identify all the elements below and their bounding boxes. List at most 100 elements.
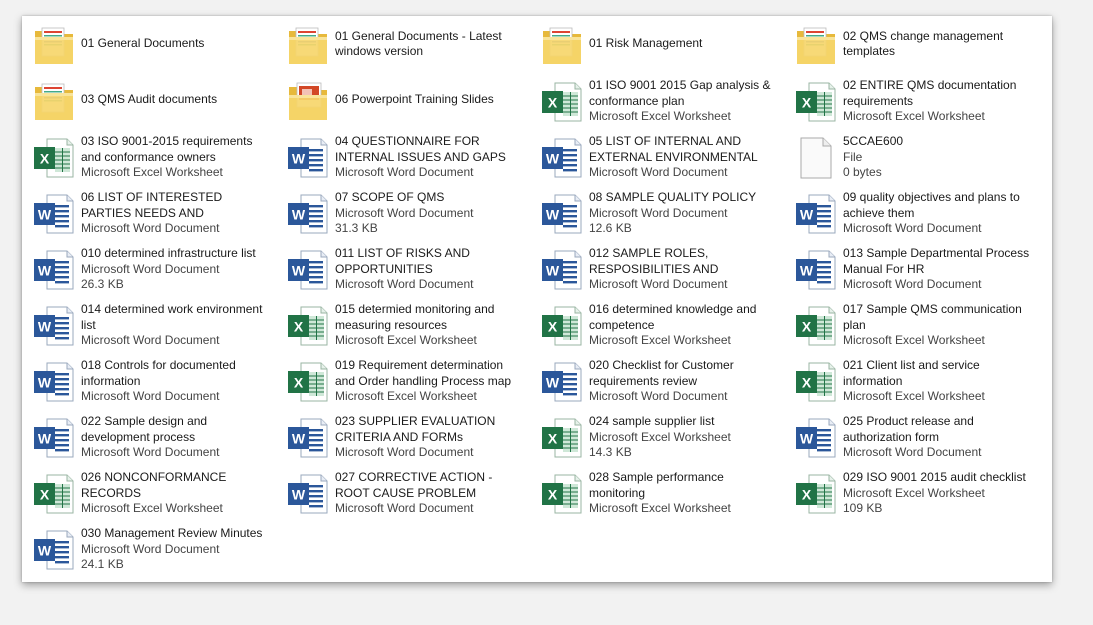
item-text: 01 Risk Management	[589, 21, 777, 67]
item-type: Microsoft Excel Worksheet	[335, 333, 477, 347]
item-name: 016 determined knowledge and competence	[589, 302, 757, 332]
item-size: 109 KB	[843, 501, 883, 515]
svg-text:W: W	[292, 263, 306, 279]
item-name: 018 Controls for documented information	[81, 358, 236, 388]
item-name: 026 NONCONFORMANCE RECORDS	[81, 470, 227, 500]
item-text: 027 CORRECTIVE ACTION - ROOT CAUSE PROBL…	[335, 470, 523, 517]
item-size: 14.3 KB	[589, 445, 632, 459]
file-item[interactable]: X 029 ISO 9001 2015 audit checklist Micro…	[784, 469, 1030, 521]
folder-item[interactable]: 01 Risk Management	[530, 21, 776, 73]
item-name: 015 determied monitoring and measuring r…	[335, 302, 495, 332]
excel-worksheet-icon: X	[285, 359, 331, 405]
item-type: Microsoft Excel Worksheet	[81, 165, 223, 179]
excel-worksheet-icon: X	[285, 303, 331, 349]
file-item[interactable]: X 021 Client list and service informatio…	[784, 357, 1030, 409]
file-item[interactable]: W 011 LIST OF RISKS AND OPPORTUNITIES Mic…	[276, 245, 522, 297]
item-text: 02 QMS change management templates	[843, 21, 1031, 67]
item-name: 09 quality objectives and plans to achie…	[843, 190, 1020, 220]
item-type: Microsoft Excel Worksheet	[843, 485, 985, 500]
item-name: 01 General Documents	[81, 36, 205, 51]
file-item[interactable]: X 016 determined knowledge and competenc…	[530, 301, 776, 353]
file-item[interactable]: X 026 NONCONFORMANCE RECORDS Microsoft Ex…	[22, 469, 268, 521]
item-text: 09 quality objectives and plans to achie…	[843, 190, 1031, 237]
file-item[interactable]: W 04 QUESTIONNAIRE FOR INTERNAL ISSUES A…	[276, 133, 522, 185]
folder-item[interactable]: 02 QMS change management templates	[784, 21, 1030, 73]
item-type: Microsoft Word Document	[589, 277, 728, 291]
file-item[interactable]: W 014 determined work environment list Mi…	[22, 301, 268, 353]
item-name: 012 SAMPLE ROLES, RESPOSIBILITIES AND AU…	[589, 246, 719, 276]
svg-text:X: X	[294, 375, 304, 391]
file-item[interactable]: W 013 Sample Departmental Process Manual…	[784, 245, 1030, 297]
svg-text:W: W	[546, 151, 560, 167]
file-item[interactable]: X 015 determied monitoring and measuring…	[276, 301, 522, 353]
file-item[interactable]: W 07 SCOPE OF QMS Microsoft Word Document…	[276, 189, 522, 241]
svg-text:X: X	[40, 487, 50, 503]
item-name: 017 Sample QMS communication plan	[843, 302, 1022, 332]
folder-item[interactable]: 01 General Documents	[22, 21, 268, 73]
svg-text:W: W	[292, 487, 306, 503]
item-text: 5CCAE600 File 0 bytes	[843, 134, 1031, 181]
item-type: Microsoft Word Document	[589, 205, 728, 220]
folder-icon	[793, 23, 839, 69]
item-text: 05 LIST OF INTERNAL AND EXTERNAL ENVIRON…	[589, 134, 777, 181]
item-text: 01 General Documents - Latest windows ve…	[335, 21, 523, 67]
file-item[interactable]: X 03 ISO 9001-2015 requirements and conf…	[22, 133, 268, 185]
item-text: 016 determined knowledge and competence M…	[589, 302, 777, 349]
item-text: 011 LIST OF RISKS AND OPPORTUNITIES Micro…	[335, 246, 523, 293]
file-item[interactable]: X 02 ENTIRE QMS documentation requiremen…	[784, 77, 1030, 129]
item-name: 01 Risk Management	[589, 36, 703, 51]
item-name: 04 QUESTIONNAIRE FOR INTERNAL ISSUES AND…	[335, 134, 506, 164]
svg-text:W: W	[38, 319, 52, 335]
folder-item[interactable]: 06 Powerpoint Training Slides	[276, 77, 522, 129]
item-name: 03 ISO 9001-2015 requirements and confor…	[81, 134, 253, 164]
file-item[interactable]: X 028 Sample performance monitoring Micro…	[530, 469, 776, 521]
item-text: 013 Sample Departmental Process Manual F…	[843, 246, 1031, 293]
file-item[interactable]: X 017 Sample QMS communication plan Micro…	[784, 301, 1030, 353]
svg-text:W: W	[546, 207, 560, 223]
folder-item[interactable]: 01 General Documents - Latest windows ve…	[276, 21, 522, 73]
word-document-icon: W	[31, 359, 77, 405]
file-item[interactable]: W 018 Controls for documented informatio…	[22, 357, 268, 409]
file-item[interactable]: W 09 quality objectives and plans to ach…	[784, 189, 1030, 241]
svg-text:W: W	[38, 375, 52, 391]
item-name: 03 QMS Audit documents	[81, 92, 218, 107]
file-item[interactable]: W 08 SAMPLE QUALITY POLICY Microsoft Word…	[530, 189, 776, 241]
file-item[interactable]: W 027 CORRECTIVE ACTION - ROOT CAUSE PRO…	[276, 469, 522, 521]
file-item[interactable]: X 01 ISO 9001 2015 Gap analysis & confor…	[530, 77, 776, 129]
svg-text:X: X	[548, 431, 558, 447]
file-item[interactable]: W 023 SUPPLIER EVALUATION CRITERIA AND F…	[276, 413, 522, 465]
item-name: 06 Powerpoint Training Slides	[335, 92, 494, 107]
item-text: 030 Management Review Minutes Microsoft W…	[81, 526, 269, 573]
item-name: 07 SCOPE OF QMS	[335, 190, 445, 204]
file-item[interactable]: W 06 LIST OF INTERESTED PARTIES NEEDS AN…	[22, 189, 268, 241]
file-item[interactable]: W 030 Management Review Minutes Microsoft…	[22, 525, 268, 577]
item-text: 04 QUESTIONNAIRE FOR INTERNAL ISSUES AND…	[335, 134, 523, 181]
file-item[interactable]: W 05 LIST OF INTERNAL AND EXTERNAL ENVIR…	[530, 133, 776, 185]
file-item[interactable]: W 020 Checklist for Customer requirement…	[530, 357, 776, 409]
item-size: 12.6 KB	[589, 221, 632, 235]
file-item[interactable]: W 010 determined infrastructure list Micr…	[22, 245, 268, 297]
item-text: 020 Checklist for Customer requirements …	[589, 358, 777, 405]
item-type: Microsoft Word Document	[81, 389, 220, 403]
file-item[interactable]: X 024 sample supplier list Microsoft Exce…	[530, 413, 776, 465]
svg-text:W: W	[546, 263, 560, 279]
item-text: 06 LIST OF INTERESTED PARTIES NEEDS AND …	[81, 190, 269, 237]
item-name: 05 LIST OF INTERNAL AND EXTERNAL ENVIRON…	[589, 134, 758, 164]
file-item[interactable]: 5CCAE600 File 0 bytes	[784, 133, 1030, 185]
word-document-icon: W	[285, 471, 331, 517]
item-name: 01 General Documents - Latest windows ve…	[335, 28, 502, 59]
item-type: Microsoft Excel Worksheet	[843, 333, 985, 347]
folder-item[interactable]: 03 QMS Audit documents	[22, 77, 268, 129]
item-type: Microsoft Word Document	[843, 445, 982, 459]
file-item[interactable]: X 019 Requirement determination and Orde…	[276, 357, 522, 409]
svg-text:W: W	[800, 263, 814, 279]
item-text: 02 ENTIRE QMS documentation requirements…	[843, 78, 1031, 125]
item-type: Microsoft Word Document	[81, 221, 220, 235]
file-item[interactable]: W 012 SAMPLE ROLES, RESPOSIBILITIES AND …	[530, 245, 776, 297]
item-text: 03 ISO 9001-2015 requirements and confor…	[81, 134, 269, 181]
item-type: Microsoft Excel Worksheet	[335, 389, 477, 403]
file-item[interactable]: W 025 Product release and authorization …	[784, 413, 1030, 465]
item-name: 029 ISO 9001 2015 audit checklist	[843, 470, 1026, 484]
svg-text:W: W	[38, 431, 52, 447]
file-item[interactable]: W 022 Sample design and development proc…	[22, 413, 268, 465]
